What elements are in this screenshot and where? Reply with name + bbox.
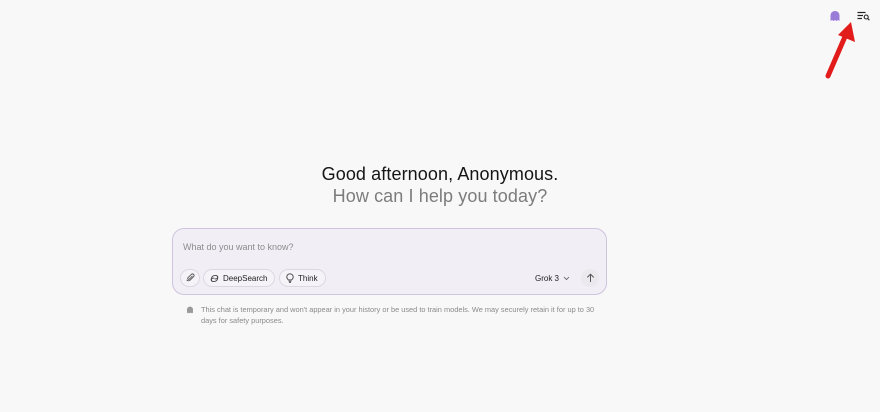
arrow-up-icon bbox=[586, 273, 594, 282]
red-arrow-icon bbox=[825, 22, 855, 79]
send-button[interactable] bbox=[581, 269, 599, 287]
model-selector[interactable]: Grok 3 bbox=[535, 272, 570, 284]
deepsearch-label: DeepSearch bbox=[223, 273, 268, 283]
lightbulb-icon bbox=[286, 273, 294, 283]
paperclip-icon bbox=[185, 273, 195, 282]
attach-button[interactable] bbox=[180, 269, 200, 287]
disclaimer-text: This chat is temporary and won't appear … bbox=[201, 305, 595, 325]
greeting-subtitle: How can I help you today? bbox=[332, 186, 548, 206]
deepsearch-button[interactable]: DeepSearch bbox=[203, 269, 276, 287]
temporary-chat-notice: This chat is temporary and won't appear … bbox=[186, 304, 596, 326]
chevron-down-icon bbox=[563, 276, 570, 280]
chat-composer: DeepSearch Think Grok 3 bbox=[172, 228, 607, 295]
ghost-icon bbox=[187, 306, 193, 314]
model-label: Grok 3 bbox=[535, 273, 560, 283]
private-chat-page: Good afternoon, Anonymous. How can I hel… bbox=[0, 0, 880, 412]
think-label: Think bbox=[298, 273, 318, 283]
think-button[interactable]: Think bbox=[279, 269, 326, 287]
greeting: Good afternoon, Anonymous. How can I hel… bbox=[0, 163, 880, 207]
prompt-input[interactable] bbox=[183, 239, 593, 255]
deepsearch-icon bbox=[210, 274, 219, 282]
greeting-title: Good afternoon, Anonymous. bbox=[321, 164, 559, 184]
